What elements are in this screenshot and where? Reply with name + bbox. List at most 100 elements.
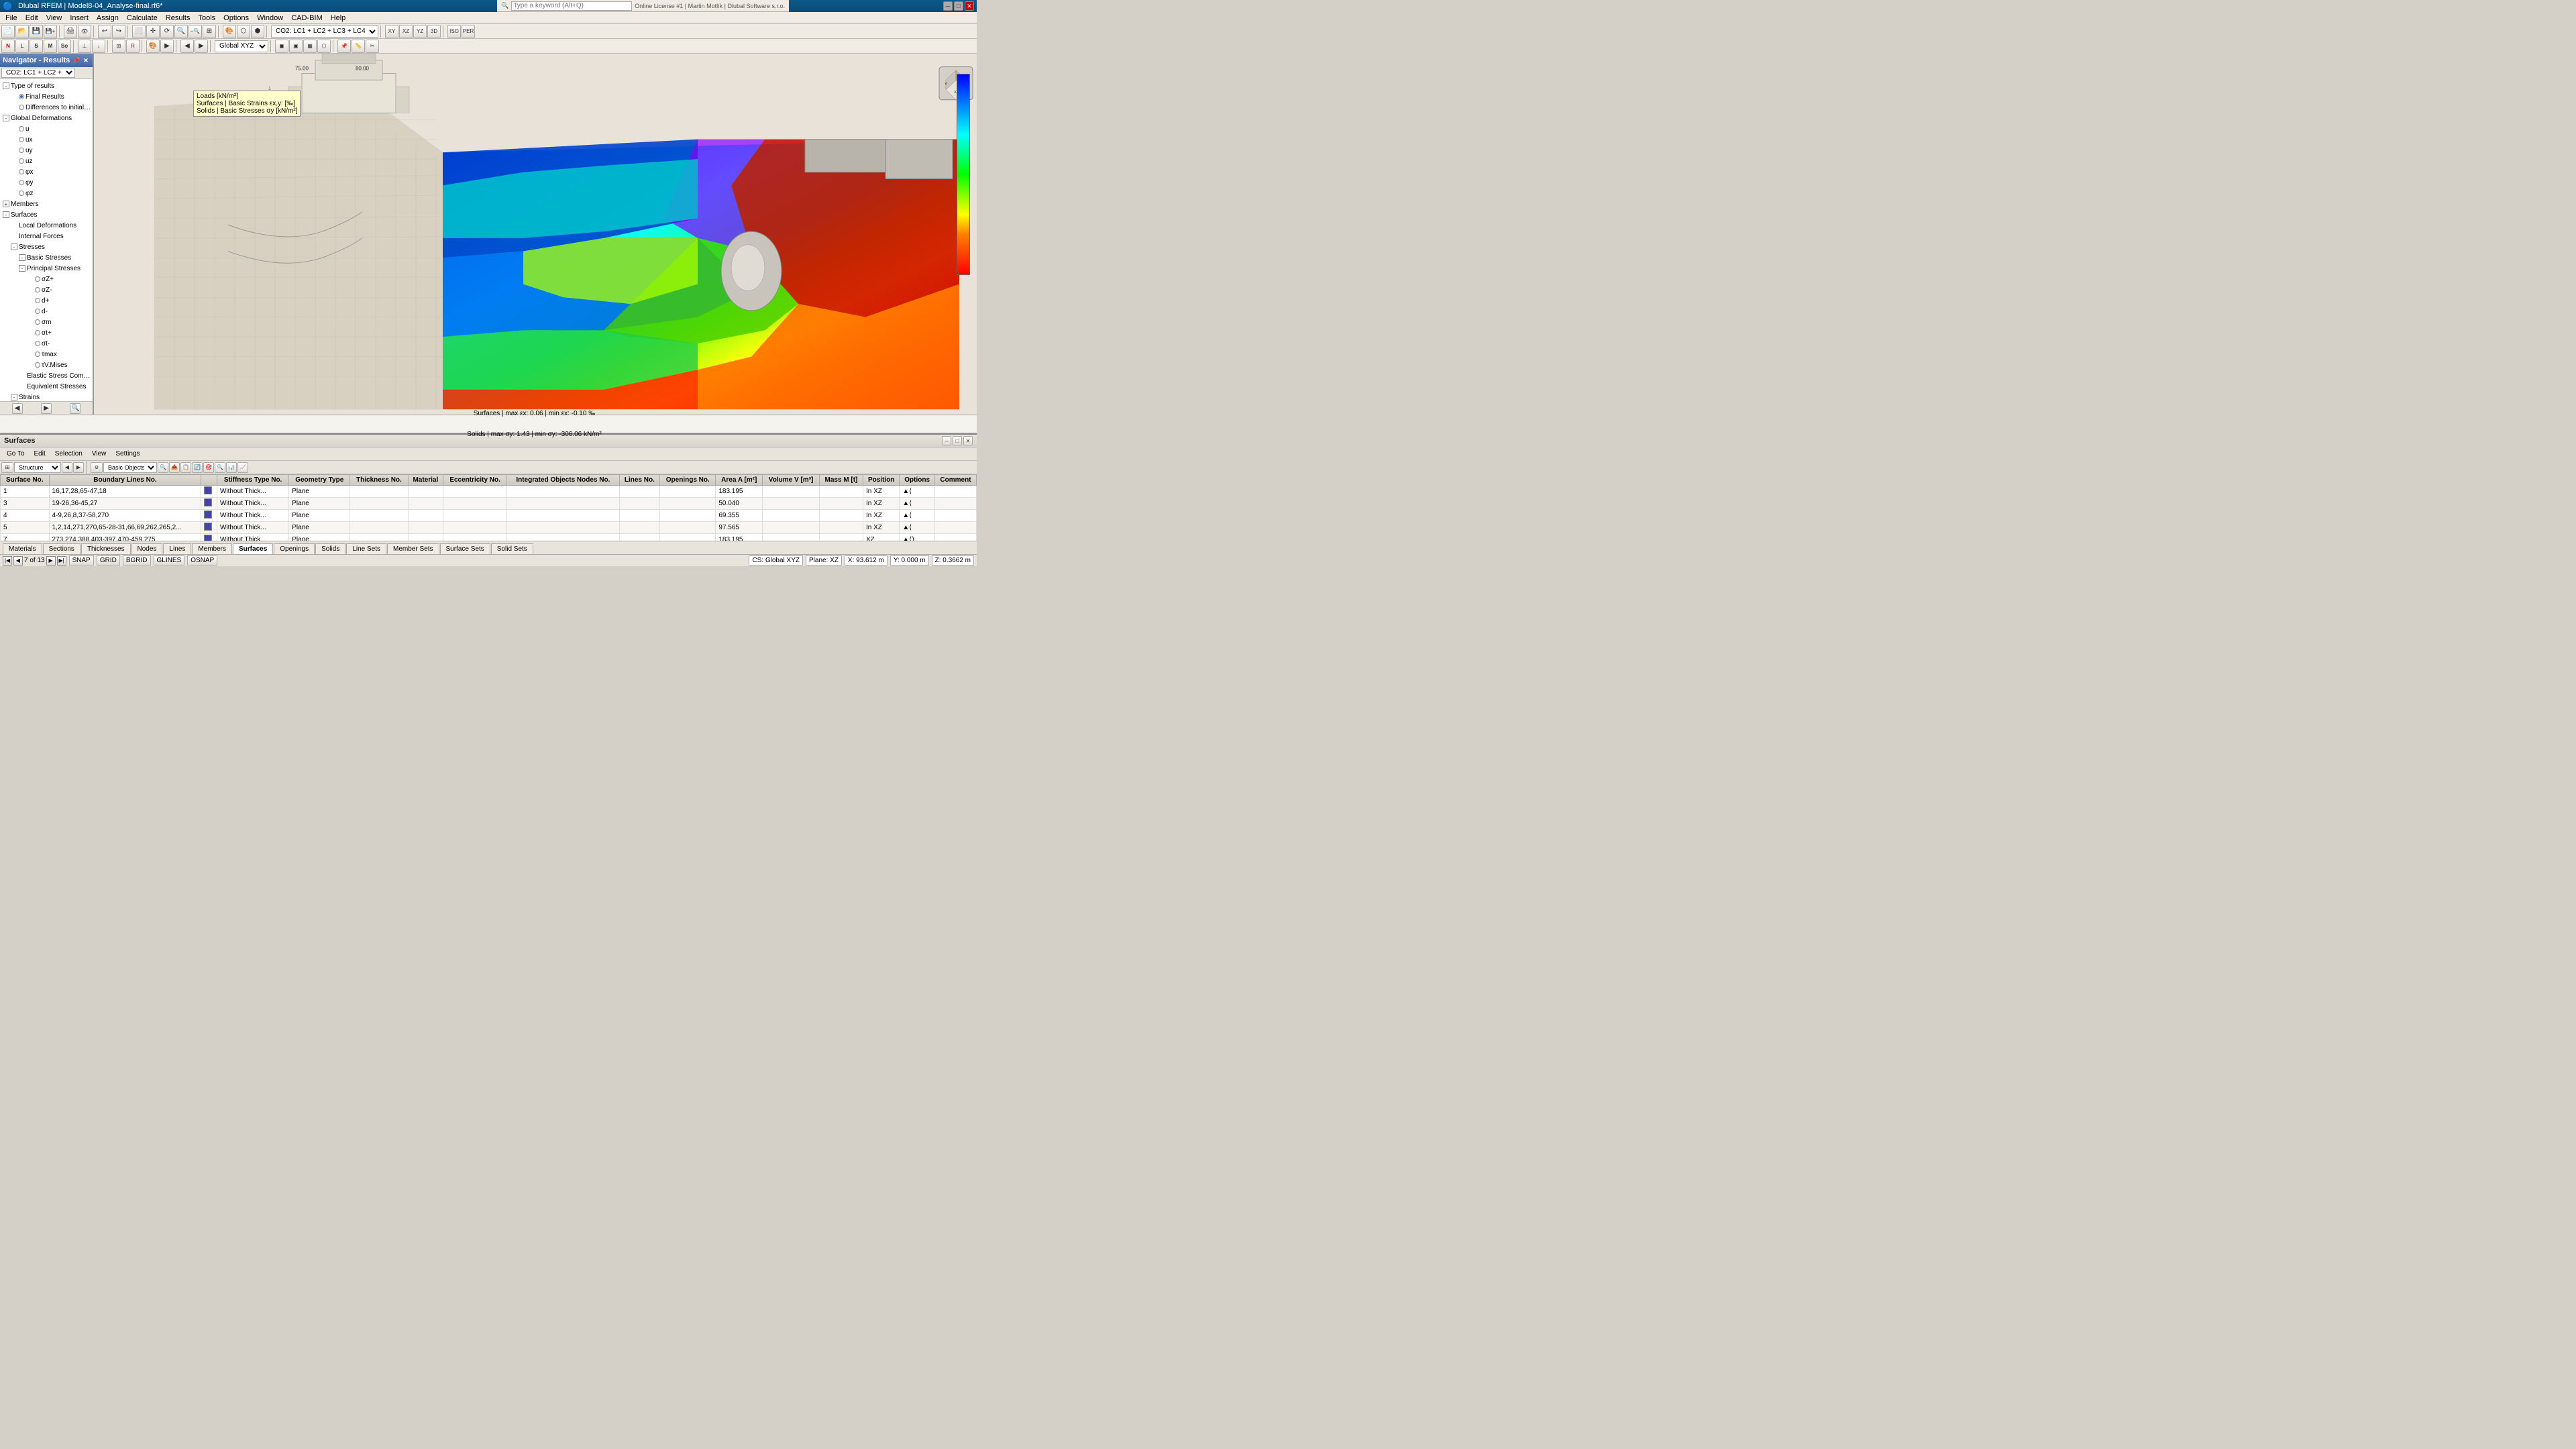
result-btn[interactable]: R: [126, 40, 140, 53]
tree-radio-19[interactable]: [35, 287, 40, 292]
mesh-btn[interactable]: ⊞: [112, 40, 125, 53]
bottom-tab-solid-sets[interactable]: Solid Sets: [491, 543, 533, 554]
tree-node-24[interactable]: σt-: [0, 338, 93, 349]
bgrid-btn-status[interactable]: BGRID: [123, 555, 151, 566]
tree-expand-11[interactable]: +: [3, 201, 9, 207]
view3-button[interactable]: YZ: [413, 25, 427, 38]
col-settings-btn[interactable]: ⚙: [91, 462, 103, 473]
section-btn[interactable]: ✂: [366, 40, 379, 53]
menu-item-window[interactable]: Window: [253, 13, 287, 23]
structure-combo[interactable]: Structure: [14, 462, 61, 473]
bottom-tab-surfaces[interactable]: Surfaces: [233, 543, 273, 554]
tree-node-7[interactable]: uz: [0, 156, 93, 166]
persp-button[interactable]: PER: [462, 25, 475, 38]
results-minimize-btn[interactable]: ─: [942, 436, 951, 445]
menu-item-view[interactable]: View: [42, 13, 66, 23]
export-btn[interactable]: 📤: [169, 462, 180, 473]
tree-radio-6[interactable]: [19, 148, 24, 153]
table-row[interactable]: 116,17,28,65-47,18Without Thick...Plane1…: [1, 486, 977, 498]
last-page-btn[interactable]: ▶|: [57, 556, 66, 566]
table-row[interactable]: 319-26,36-45,27Without Thick...Plane50.0…: [1, 498, 977, 510]
menu-item-help[interactable]: Help: [327, 13, 350, 23]
minimize-button[interactable]: ─: [943, 1, 953, 11]
view-front-btn[interactable]: ◼: [275, 40, 288, 53]
open-button[interactable]: 📂: [15, 25, 29, 38]
snap-btn[interactable]: 📌: [337, 40, 351, 53]
grid-btn-status[interactable]: GRID: [97, 555, 120, 566]
tree-radio-20[interactable]: [35, 298, 40, 303]
view2-button[interactable]: XZ: [399, 25, 413, 38]
redo-button[interactable]: ↪: [112, 25, 125, 38]
line-btn[interactable]: L: [15, 40, 29, 53]
menu-item-results[interactable]: Results: [162, 13, 195, 23]
measure-btn[interactable]: 📏: [352, 40, 365, 53]
tree-node-25[interactable]: τmax: [0, 349, 93, 360]
tree-node-8[interactable]: φx: [0, 166, 93, 177]
bottom-tab-solids[interactable]: Solids: [315, 543, 345, 554]
tree-node-27[interactable]: Elastic Stress Components: [0, 370, 93, 381]
bottom-tab-member-sets[interactable]: Member Sets: [387, 543, 439, 554]
glines-btn-status[interactable]: GLINES: [154, 555, 185, 566]
rotate-button[interactable]: ⟳: [160, 25, 174, 38]
cs-combo[interactable]: Global XYZ: [215, 40, 268, 52]
tree-node-14[interactable]: Internal Forces: [0, 231, 93, 241]
tree-node-21[interactable]: d-: [0, 306, 93, 317]
tree-expand-16[interactable]: -: [19, 254, 25, 261]
tree-node-17[interactable]: -Principal Stresses: [0, 263, 93, 274]
tree-radio-4[interactable]: [19, 126, 24, 131]
table-row[interactable]: 44-9,26,8,37-58,270Without Thick...Plane…: [1, 510, 977, 522]
bottom-tab-surface-sets[interactable]: Surface Sets: [440, 543, 490, 554]
prev-page-btn[interactable]: ◀: [13, 556, 23, 566]
save-button[interactable]: 💾: [30, 25, 43, 38]
tree-node-23[interactable]: σt+: [0, 327, 93, 338]
solid-button[interactable]: ⬢: [251, 25, 264, 38]
zoom-all-button[interactable]: ⊞: [203, 25, 216, 38]
save-all-button[interactable]: 💾+: [44, 25, 57, 38]
results-close-btn[interactable]: ✕: [963, 436, 973, 445]
tree-radio-18[interactable]: [35, 276, 40, 282]
tree-radio-2[interactable]: [19, 105, 24, 110]
goto-menu[interactable]: Go To: [3, 449, 29, 458]
node-btn[interactable]: N: [1, 40, 15, 53]
tree-radio-22[interactable]: [35, 319, 40, 325]
animate-btn[interactable]: ▶: [160, 40, 174, 53]
nav-combo[interactable]: CO2: LC1 + LC2 + LC3 + LC4: [1, 68, 75, 78]
move-button[interactable]: ✛: [146, 25, 160, 38]
next-row-btn[interactable]: ▶: [73, 462, 84, 473]
highlight-btn[interactable]: 🎯: [203, 462, 214, 473]
tree-node-10[interactable]: φz: [0, 188, 93, 199]
tree-expand-15[interactable]: -: [11, 244, 17, 250]
tree-node-28[interactable]: Equivalent Stresses: [0, 381, 93, 392]
bottom-tab-nodes[interactable]: Nodes: [131, 543, 163, 554]
menu-item-file[interactable]: File: [1, 13, 21, 23]
bottom-tab-sections[interactable]: Sections: [43, 543, 80, 554]
load-combo[interactable]: CO2: LC1 + LC2 + LC3 + LC4: [271, 25, 378, 38]
tree-radio-25[interactable]: [35, 352, 40, 357]
tree-radio-10[interactable]: [19, 191, 24, 196]
tree-node-1[interactable]: Final Results: [0, 91, 93, 102]
bottom-tab-openings[interactable]: Openings: [274, 543, 315, 554]
tree-node-20[interactable]: d+: [0, 295, 93, 306]
settings-menu[interactable]: Settings: [111, 449, 144, 458]
view-menu[interactable]: View: [88, 449, 111, 458]
support-btn[interactable]: ⊥: [78, 40, 91, 53]
tree-node-15[interactable]: -Stresses: [0, 241, 93, 252]
snap-btn-status[interactable]: SNAP: [69, 555, 94, 566]
solid-btn[interactable]: So: [58, 40, 71, 53]
zoom-out-button[interactable]: −🔍: [189, 25, 202, 38]
zoom-sel-btn[interactable]: 🔍: [215, 462, 225, 473]
undo-button[interactable]: ↩: [98, 25, 111, 38]
iso-button[interactable]: ISO: [447, 25, 461, 38]
prev-result-btn[interactable]: ◀: [180, 40, 194, 53]
tree-node-0[interactable]: -Type of results: [0, 80, 93, 91]
tree-radio-7[interactable]: [19, 158, 24, 164]
copy-btn[interactable]: 📋: [180, 462, 191, 473]
tree-expand-0[interactable]: -: [3, 83, 9, 89]
nav-btn2[interactable]: ▶: [41, 403, 52, 414]
select-button[interactable]: ⬜: [132, 25, 146, 38]
view-top-btn[interactable]: ▣: [289, 40, 303, 53]
tree-node-11[interactable]: +Members: [0, 199, 93, 209]
diagram-btn[interactable]: 📈: [237, 462, 248, 473]
render2-btn[interactable]: 🎨: [146, 40, 160, 53]
filter-btn[interactable]: ⊞: [1, 462, 13, 473]
